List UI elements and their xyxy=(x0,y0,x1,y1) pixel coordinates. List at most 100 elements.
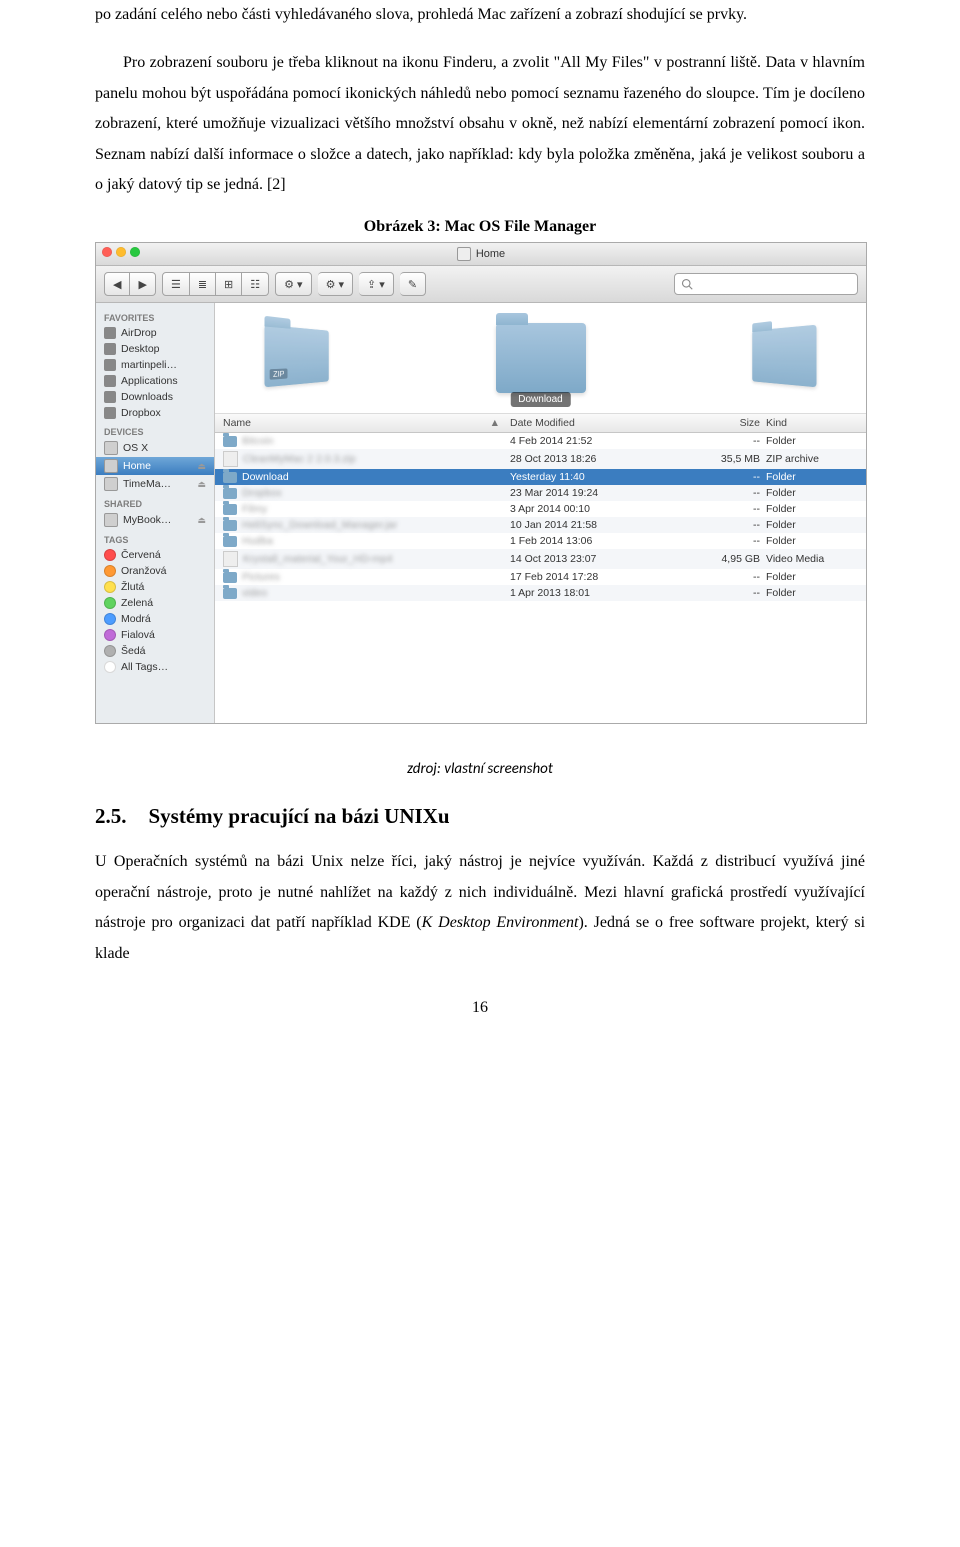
table-row[interactable]: Bitcoin4 Feb 2014 21:52--Folder xyxy=(215,433,866,449)
table-row[interactable]: HeliSync_Download_Manager.jar10 Jan 2014… xyxy=(215,517,866,533)
file-date: 14 Oct 2013 23:07 xyxy=(510,553,680,565)
table-row[interactable]: Pictures17 Feb 2014 17:28--Folder xyxy=(215,569,866,585)
sidebar-tag-alltags[interactable]: All Tags… xyxy=(96,659,214,675)
sidebar-shared-mybook[interactable]: MyBook…⏏ xyxy=(96,511,214,529)
tag-color-icon xyxy=(104,597,116,609)
view-column-button[interactable]: ⊞ xyxy=(216,272,242,296)
file-date: 28 Oct 2013 18:26 xyxy=(510,453,680,465)
file-date: 3 Apr 2014 00:10 xyxy=(510,503,680,515)
view-list-button[interactable]: ≣ xyxy=(190,272,216,296)
dropbox-icon xyxy=(104,407,116,419)
sidebar-item-martinpeli[interactable]: martinpeli… xyxy=(96,357,214,373)
file-size: 4,95 GB xyxy=(680,553,766,565)
file-kind: Folder xyxy=(766,503,866,515)
file-name: Filmy xyxy=(242,503,267,515)
page-number: 16 xyxy=(95,999,865,1017)
home-icon xyxy=(457,247,471,261)
sidebar-tag-žlutá[interactable]: Žlutá xyxy=(96,579,214,595)
window-titlebar: Home xyxy=(96,243,866,266)
sidebar-tag-fialová[interactable]: Fialová xyxy=(96,627,214,643)
sidebar-tag-červená[interactable]: Červená xyxy=(96,547,214,563)
downloads-icon xyxy=(104,391,116,403)
paragraph-1: po zadání celého nebo části vyhledávanéh… xyxy=(95,0,865,30)
column-date[interactable]: Date Modified xyxy=(510,417,680,429)
file-kind: Folder xyxy=(766,535,866,547)
search-input[interactable] xyxy=(674,273,858,295)
table-row[interactable]: Krystall_material_Your_HD-mp414 Oct 2013… xyxy=(215,549,866,569)
forward-button[interactable]: ▶ xyxy=(130,272,155,296)
eject-icon[interactable]: ⏏ xyxy=(197,461,206,472)
sidebar-item-label: Home xyxy=(123,460,151,472)
eject-icon[interactable]: ⏏ xyxy=(197,479,206,490)
sidebar-device-osx[interactable]: OS X xyxy=(96,439,214,457)
table-row[interactable]: Filmy 3 Apr 2014 00:10--Folder xyxy=(215,501,866,517)
close-icon[interactable] xyxy=(102,247,112,257)
disk-icon xyxy=(104,441,118,455)
back-button[interactable]: ◀ xyxy=(104,272,130,296)
arrange-button[interactable]: ⚙ ▾ xyxy=(275,272,311,296)
sidebar-tag-modrá[interactable]: Modrá xyxy=(96,611,214,627)
file-size: -- xyxy=(680,503,766,515)
file-kind: Folder xyxy=(766,471,866,483)
traffic-lights[interactable] xyxy=(102,247,140,257)
file-icon xyxy=(223,551,238,567)
zoom-icon[interactable] xyxy=(130,247,140,257)
sidebar-item-label: Modrá xyxy=(121,613,151,625)
view-cover-button[interactable]: ☷ xyxy=(242,272,269,296)
table-row[interactable]: Hudba1 Feb 2014 13:06--Folder xyxy=(215,533,866,549)
file-size: -- xyxy=(680,471,766,483)
view-icon-button[interactable]: ☰ xyxy=(162,272,190,296)
tag-color-icon xyxy=(104,629,116,641)
sidebar-shared-header: SHARED xyxy=(96,493,214,511)
file-date: 17 Feb 2014 17:28 xyxy=(510,571,680,583)
sidebar-device-home[interactable]: Home ⏏ xyxy=(96,457,214,475)
file-name: CleanMyMac 2 2.0.3.zip xyxy=(243,453,356,465)
share-button[interactable]: ⇪ ▾ xyxy=(359,272,394,296)
folder-icon xyxy=(223,588,237,599)
table-row[interactable]: CleanMyMac 2 2.0.3.zip28 Oct 2013 18:263… xyxy=(215,449,866,469)
window-title: Home xyxy=(476,248,505,260)
file-size: -- xyxy=(680,519,766,531)
sidebar-item-airdrop[interactable]: AirDrop xyxy=(96,325,214,341)
tag-color-icon xyxy=(104,549,116,561)
sidebar-tag-oranžová[interactable]: Oranžová xyxy=(96,563,214,579)
sidebar-item-downloads[interactable]: Downloads xyxy=(96,389,214,405)
minimize-icon[interactable] xyxy=(116,247,126,257)
sidebar-tag-zelená[interactable]: Zelená xyxy=(96,595,214,611)
sidebar-item-label: Fialová xyxy=(121,629,155,641)
sidebar-item-applications[interactable]: Applications xyxy=(96,373,214,389)
file-date: Yesterday 11:40 xyxy=(510,471,680,483)
file-size: -- xyxy=(680,587,766,599)
table-row[interactable]: video1 Apr 2013 18:01--Folder xyxy=(215,585,866,601)
sidebar-item-desktop[interactable]: Desktop xyxy=(96,341,214,357)
file-size: -- xyxy=(680,487,766,499)
sidebar-tag-šedá[interactable]: Šedá xyxy=(96,643,214,659)
file-kind: Folder xyxy=(766,587,866,599)
action-button[interactable]: ⚙ ▾ xyxy=(318,272,353,296)
edit-tags-button[interactable]: ✎ xyxy=(400,272,426,296)
file-kind: Folder xyxy=(766,519,866,531)
preview-folder-center[interactable] xyxy=(496,323,586,393)
sidebar-item-label: Applications xyxy=(121,375,178,387)
sidebar-item-dropbox[interactable]: Dropbox xyxy=(96,405,214,421)
folder-icon xyxy=(223,536,237,547)
eject-icon[interactable]: ⏏ xyxy=(197,515,206,526)
search-icon xyxy=(681,278,693,290)
file-size: -- xyxy=(680,435,766,447)
sort-indicator-icon: ▲ xyxy=(490,417,500,429)
tag-color-icon xyxy=(104,581,116,593)
file-kind: Folder xyxy=(766,487,866,499)
file-icon xyxy=(223,451,238,467)
column-size[interactable]: Size xyxy=(680,417,766,429)
table-row[interactable]: DownloadYesterday 11:40--Folder xyxy=(215,469,866,485)
sidebar-item-label: AirDrop xyxy=(121,327,157,339)
preview-folder-right xyxy=(752,325,816,388)
sidebar-device-timema[interactable]: TimeMa…⏏ xyxy=(96,475,214,493)
sidebar-item-label: Downloads xyxy=(121,391,173,403)
table-row[interactable]: Dropbox23 Mar 2014 19:24--Folder xyxy=(215,485,866,501)
file-kind: Folder xyxy=(766,435,866,447)
column-name[interactable]: Name▲ xyxy=(215,417,510,429)
column-kind[interactable]: Kind xyxy=(766,417,866,429)
computer-icon xyxy=(104,513,118,527)
tag-color-icon xyxy=(104,645,116,657)
